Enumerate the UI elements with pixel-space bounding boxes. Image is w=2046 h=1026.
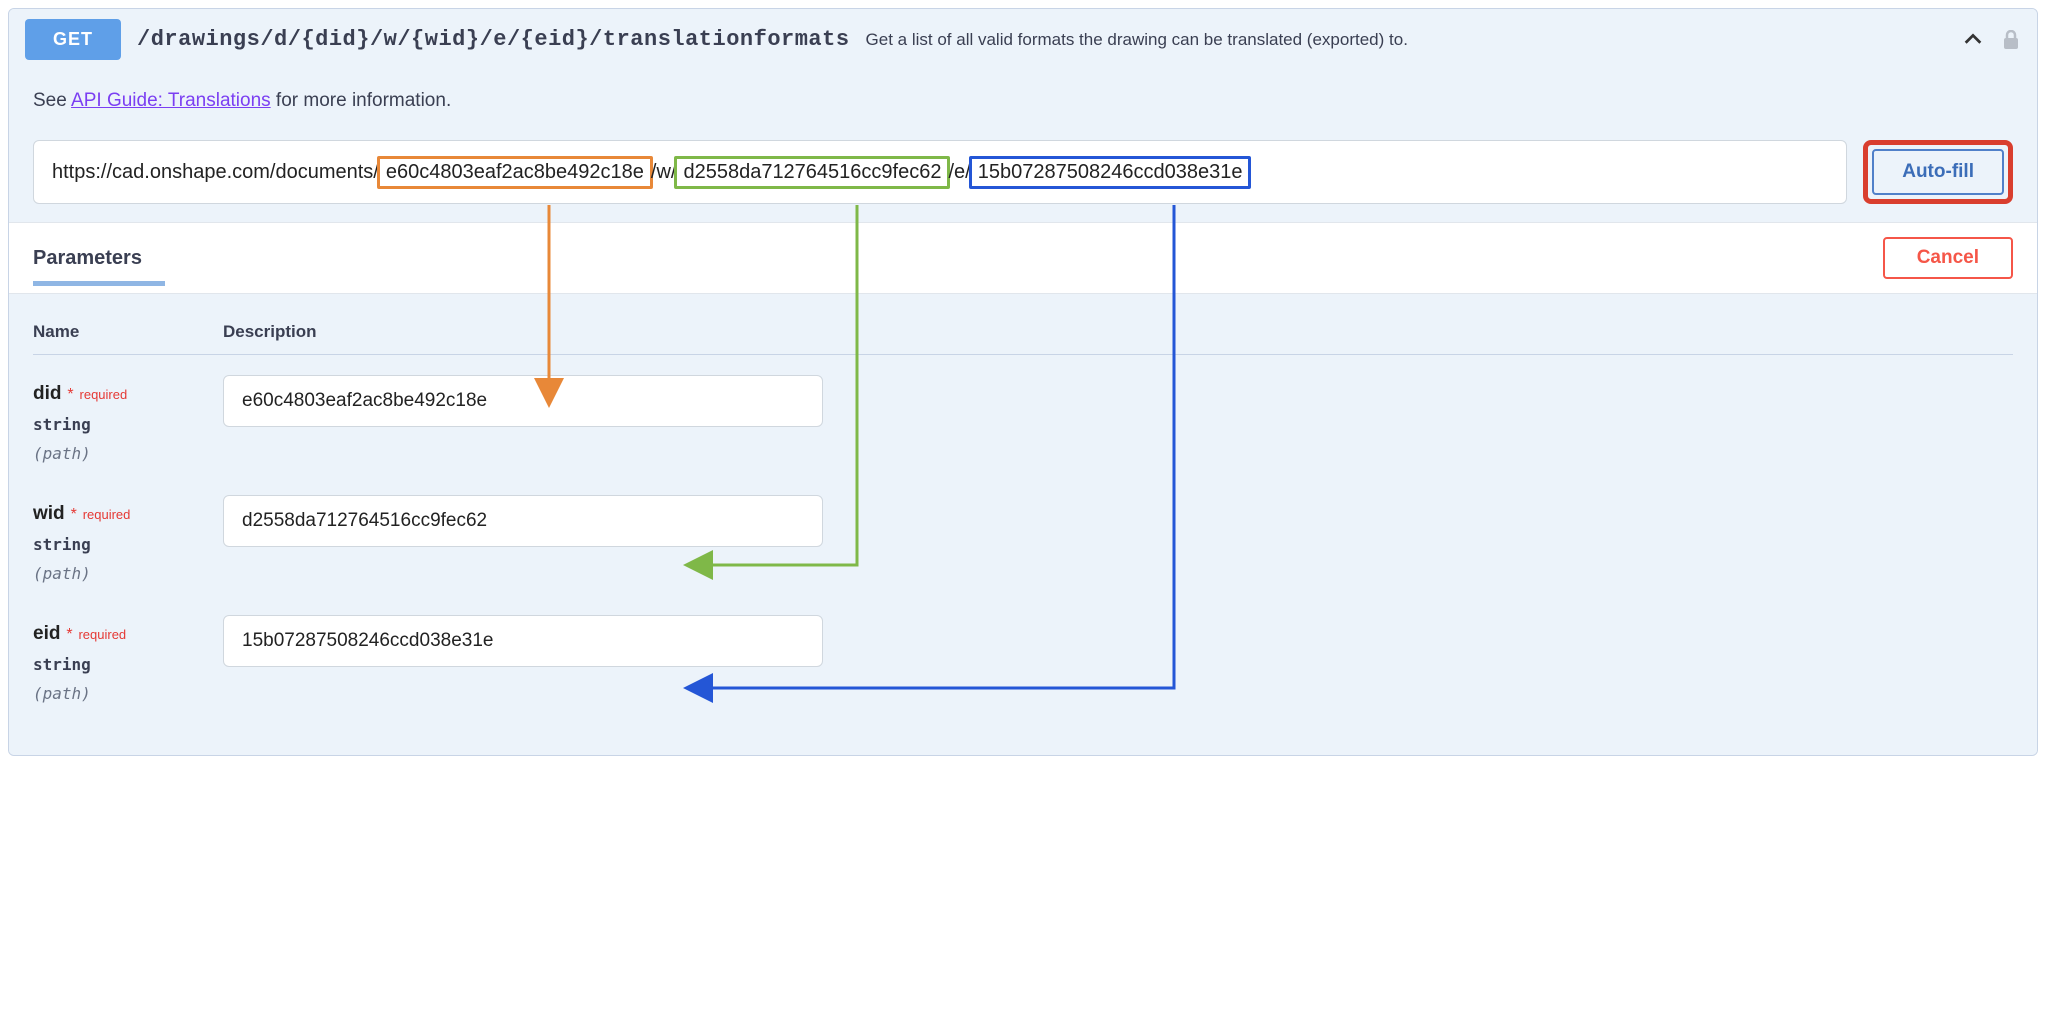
- content-area: See API Guide: Translations for more inf…: [9, 70, 2037, 755]
- param-meta: eid * required string (path): [33, 615, 223, 703]
- endpoint-description: Get a list of all valid formats the draw…: [866, 30, 1945, 50]
- collapse-chevron-icon[interactable]: [1961, 28, 1985, 52]
- autofill-button[interactable]: Auto-fill: [1872, 149, 2004, 195]
- wid-input[interactable]: [223, 495, 823, 547]
- http-method-badge: GET: [25, 19, 121, 60]
- url-base: https://cad.onshape.com/documents/: [52, 161, 379, 184]
- col-header-description: Description: [223, 322, 2013, 342]
- did-input[interactable]: [223, 375, 823, 427]
- endpoint-header[interactable]: GET /drawings/d/{did}/w/{wid}/e/{eid}/tr…: [9, 9, 2037, 70]
- url-sep-w: /w/: [651, 161, 677, 184]
- info-prefix: See: [33, 90, 71, 111]
- api-guide-link[interactable]: API Guide: Translations: [71, 90, 271, 111]
- param-row-wid: wid * required string (path): [33, 495, 2013, 583]
- param-location: (path): [33, 684, 223, 703]
- param-name: did: [33, 383, 62, 404]
- url-sep-e: /e/: [948, 161, 970, 184]
- param-location: (path): [33, 564, 223, 583]
- parameters-body: Name Description did * required string (…: [9, 294, 2037, 755]
- param-type: string: [33, 655, 223, 674]
- info-text: See API Guide: Translations for more inf…: [9, 70, 2037, 140]
- url-did-highlight: e60c4803eaf2ac8be492c18e: [377, 156, 653, 189]
- info-suffix: for more information.: [271, 90, 452, 111]
- param-meta: wid * required string (path): [33, 495, 223, 583]
- endpoint-path: /drawings/d/{did}/w/{wid}/e/{eid}/transl…: [137, 27, 850, 52]
- url-autofill-row: https://cad.onshape.com/documents/e60c48…: [9, 140, 2037, 222]
- required-text: required: [83, 507, 131, 522]
- required-text: required: [80, 387, 128, 402]
- param-type: string: [33, 535, 223, 554]
- url-eid-highlight: 15b07287508246ccd038e31e: [969, 156, 1252, 189]
- param-meta: did * required string (path): [33, 375, 223, 463]
- param-name: wid: [33, 503, 65, 524]
- param-row-eid: eid * required string (path): [33, 615, 2013, 703]
- col-header-name: Name: [33, 322, 223, 342]
- required-star: *: [71, 506, 77, 523]
- eid-input[interactable]: [223, 615, 823, 667]
- column-headers: Name Description: [33, 322, 2013, 355]
- param-row-did: did * required string (path): [33, 375, 2013, 463]
- url-wid-highlight: d2558da712764516cc9fec62: [674, 156, 950, 189]
- param-name: eid: [33, 623, 60, 644]
- url-input[interactable]: https://cad.onshape.com/documents/e60c48…: [33, 140, 1847, 204]
- parameters-header: Parameters Cancel: [9, 222, 2037, 294]
- autofill-highlight-box: Auto-fill: [1863, 140, 2013, 204]
- api-endpoint-panel: GET /drawings/d/{did}/w/{wid}/e/{eid}/tr…: [8, 8, 2038, 756]
- param-location: (path): [33, 444, 223, 463]
- required-text: required: [78, 627, 126, 642]
- lock-icon: [2001, 30, 2021, 50]
- required-star: *: [67, 386, 73, 403]
- parameters-title: Parameters: [33, 247, 142, 270]
- cancel-button[interactable]: Cancel: [1883, 237, 2013, 279]
- required-star: *: [66, 626, 72, 643]
- param-type: string: [33, 415, 223, 434]
